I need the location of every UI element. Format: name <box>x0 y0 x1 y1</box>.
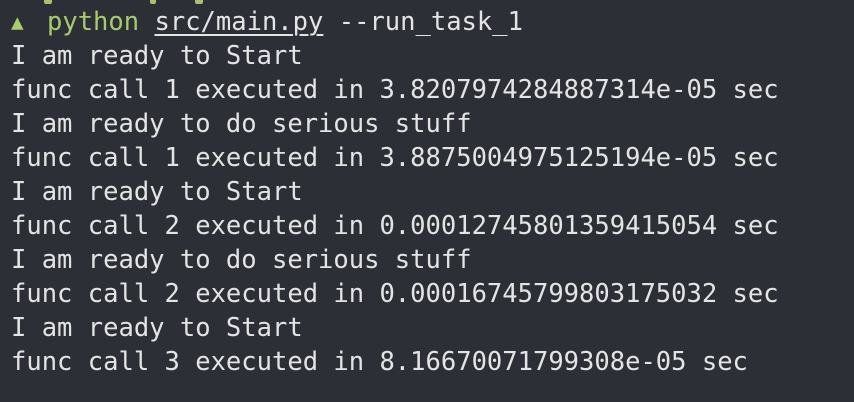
output-line: func call 2 executed in 0.00012745801359… <box>11 211 779 241</box>
output-line: I am ready to do serious stuff <box>11 109 472 139</box>
output-line: func call 1 executed in 3.82079742848873… <box>11 75 779 105</box>
command-name: python <box>47 7 140 37</box>
output-line: func call 3 executed in 8.16670071799308… <box>11 347 748 377</box>
terminal-output: ▲ python src/main.py --run_task_1 I am re… <box>11 5 854 379</box>
output-line: I am ready to Start <box>11 313 303 343</box>
output-line: I am ready to Start <box>11 41 303 71</box>
flag-argument: --run_task_1 <box>338 7 523 37</box>
terminal-window[interactable]: ▲ python src/main.py --run_task_1 I am re… <box>0 0 854 402</box>
prompt-line: ▲ python src/main.py --run_task_1 <box>11 5 854 39</box>
output-line: I am ready to Start <box>11 177 303 207</box>
file-argument: src/main.py <box>154 7 324 37</box>
prompt-triangle-icon: ▲ <box>11 10 24 34</box>
output-line: func call 1 executed in 3.88750049751251… <box>11 143 779 173</box>
output-line: func call 2 executed in 0.00016745799803… <box>11 279 779 309</box>
output-line: I am ready to do serious stuff <box>11 245 472 275</box>
